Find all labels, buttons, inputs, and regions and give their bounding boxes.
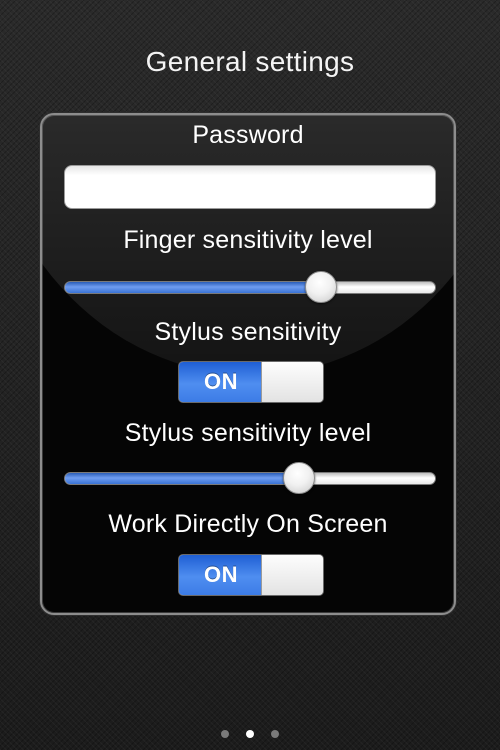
slider-track — [64, 281, 436, 294]
password-input[interactable] — [64, 165, 436, 209]
work-directly-label: Work Directly On Screen — [108, 510, 388, 538]
finger-sensitivity-label: Finger sensitivity level — [123, 226, 373, 254]
page-indicator[interactable] — [0, 730, 500, 742]
settings-screen: { "header": { "title": "General settings… — [0, 0, 500, 750]
password-label: Password — [192, 121, 304, 149]
stylus-sensitivity-toggle[interactable]: ON — [178, 361, 324, 403]
slider-fill — [65, 473, 299, 484]
page-dot[interactable] — [221, 730, 229, 738]
slider-fill — [65, 282, 321, 293]
slider-track — [64, 472, 436, 485]
toggle-knob — [261, 362, 323, 402]
slider-thumb[interactable] — [305, 271, 338, 303]
page-dot-active[interactable] — [246, 730, 254, 738]
work-directly-toggle[interactable]: ON — [178, 554, 324, 596]
stylus-sensitivity-label: Stylus sensitivity — [154, 318, 342, 346]
toggle-on-label: ON — [179, 555, 263, 595]
settings-panel: Password Finger sensitivity level Stylus… — [40, 113, 456, 615]
toggle-on-label: ON — [179, 362, 263, 402]
slider-thumb[interactable] — [282, 462, 315, 494]
toggle-knob — [261, 555, 323, 595]
page-title: General settings — [145, 46, 355, 77]
stylus-sensitivity-level-slider[interactable] — [62, 459, 438, 499]
stylus-sensitivity-level-label: Stylus sensitivity level — [124, 419, 372, 447]
page-dot[interactable] — [271, 730, 279, 738]
finger-sensitivity-slider[interactable] — [62, 268, 438, 308]
